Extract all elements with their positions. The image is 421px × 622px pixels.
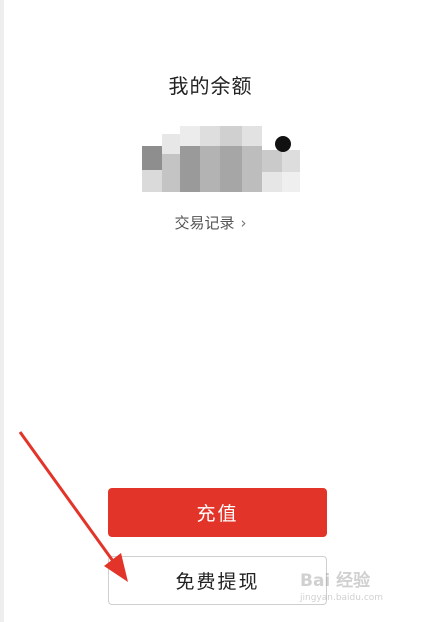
- arrow-shaft: [18, 431, 120, 569]
- chevron-right-icon: ›: [240, 214, 247, 232]
- recharge-button[interactable]: 充值: [108, 488, 327, 537]
- mosaic-cell: [282, 172, 300, 192]
- page-title: 我的余额: [168, 74, 253, 98]
- mosaic-cell: [180, 146, 200, 192]
- balance-amount-masked: [138, 122, 304, 198]
- free-withdraw-button[interactable]: 免费提现: [108, 556, 327, 605]
- mosaic-cell: [200, 146, 220, 192]
- mosaic-cell: [242, 126, 262, 146]
- mosaic-cell: [162, 134, 180, 154]
- mosaic-cell: [220, 146, 242, 192]
- mosaic-cell: [142, 170, 162, 192]
- mosaic-cell: [220, 126, 242, 146]
- transaction-records-link[interactable]: 交易记录 ›: [0, 212, 421, 233]
- mosaic-cell: [282, 150, 300, 172]
- mosaic-cell: [142, 146, 162, 170]
- mosaic-cell: [200, 126, 220, 146]
- mosaic-cell: [242, 146, 262, 192]
- transaction-records-label: 交易记录: [174, 214, 235, 232]
- mosaic-cell: [262, 150, 282, 172]
- balance-page: 我的余额 交易记录 › 充值 免费提现 Bai 经验 jingyan.baidu.…: [0, 0, 421, 622]
- mosaic-cell: [262, 172, 282, 192]
- mosaic-cell: [180, 126, 200, 146]
- mosaic-cell: [162, 154, 180, 192]
- eye-dot-icon[interactable]: [275, 136, 291, 152]
